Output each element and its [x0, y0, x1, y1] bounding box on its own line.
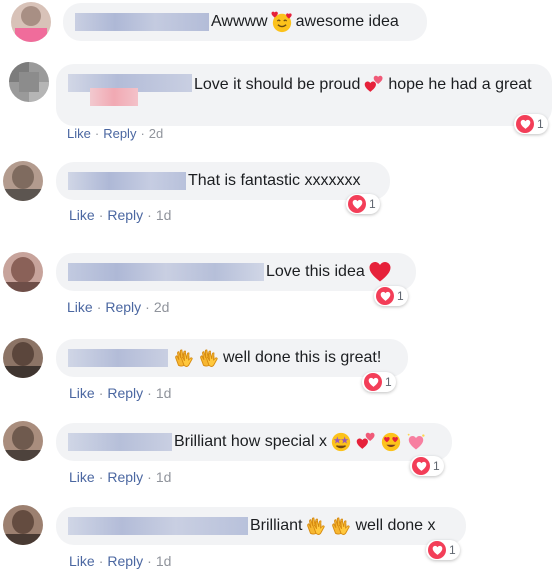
reply-link[interactable]: Reply	[107, 469, 143, 485]
comment-actions: Like · Reply · 1d	[69, 207, 172, 223]
like-link[interactable]: Like	[69, 553, 95, 569]
reply-link[interactable]: Reply	[107, 553, 143, 569]
reply-link[interactable]: Reply	[107, 385, 143, 401]
avatar[interactable]	[3, 252, 43, 292]
avatar[interactable]	[3, 421, 43, 461]
reaction-count: 1	[397, 289, 404, 303]
reaction-count: 1	[369, 197, 376, 211]
timestamp[interactable]: 1d	[156, 469, 172, 485]
like-link[interactable]: Like	[67, 299, 93, 315]
comment-text: Love it should be proud	[194, 76, 361, 93]
comment-text: well done x	[355, 517, 436, 534]
like-link[interactable]: Like	[67, 126, 91, 141]
reaction-count-badge[interactable]: 1	[346, 194, 380, 214]
smiling-face-with-hearts-icon	[271, 11, 293, 33]
timestamp[interactable]: 2d	[154, 299, 170, 315]
avatar[interactable]	[3, 505, 43, 545]
comment-actions: Like · Reply · 1d	[69, 553, 172, 569]
comment-text: Awwww	[211, 13, 268, 30]
reaction-count: 1	[537, 117, 544, 131]
reaction-count: 1	[449, 543, 456, 557]
comment-text: Love this idea	[266, 263, 365, 280]
comment-text: Brilliant how special x	[174, 433, 327, 450]
comment-text: awesome idea	[295, 13, 399, 30]
clapping-hands-icon	[330, 515, 352, 537]
blurred-author-name[interactable]	[68, 433, 172, 451]
comment-text: well done this is great!	[223, 349, 382, 366]
reaction-count-badge[interactable]: 1	[410, 456, 444, 476]
avatar[interactable]	[3, 161, 43, 201]
blurred-author-name[interactable]	[68, 517, 248, 535]
love-reaction-icon	[428, 541, 446, 559]
comment-bubble: Brilliant how special x	[56, 423, 452, 461]
blurred-author-name[interactable]	[75, 13, 209, 31]
comment-actions: Like · Reply · 1d	[69, 385, 172, 401]
love-reaction-icon	[348, 195, 366, 213]
reaction-count: 1	[385, 375, 392, 389]
timestamp[interactable]: 1d	[156, 207, 172, 223]
reply-link[interactable]: Reply	[107, 207, 143, 223]
star-struck-icon	[330, 431, 352, 453]
like-link[interactable]: Like	[69, 385, 95, 401]
comment-actions: Like · Reply · 1d	[69, 469, 172, 485]
comment-bubble: well done this is great!	[56, 339, 408, 377]
reaction-count-badge[interactable]: 1	[362, 372, 396, 392]
reply-link[interactable]: Reply	[103, 126, 136, 141]
comment-text: That is fantastic xxxxxxx	[188, 172, 361, 189]
comment-text: hope he had a great	[388, 76, 532, 93]
two-hearts-icon	[355, 431, 377, 453]
heart-eyes-icon	[380, 431, 402, 453]
avatar[interactable]	[11, 2, 51, 42]
avatar[interactable]	[9, 62, 49, 102]
love-reaction-icon	[412, 457, 430, 475]
like-link[interactable]: Like	[69, 207, 95, 223]
love-reaction-icon	[516, 115, 534, 133]
avatar[interactable]	[3, 338, 43, 378]
comment-text: Brilliant	[250, 517, 303, 534]
comment-actions: Like · Reply · 2d	[67, 126, 164, 141]
red-heart-icon	[368, 260, 392, 284]
two-hearts-icon	[363, 74, 385, 96]
comment-bubble: Love this idea	[56, 253, 416, 291]
reaction-count-badge[interactable]: 1	[374, 286, 408, 306]
comment-bubble: Brilliant well done x	[56, 507, 466, 545]
clapping-hands-icon	[198, 347, 220, 369]
reaction-count-badge[interactable]: 1	[426, 540, 460, 560]
reaction-count-badge[interactable]: 1	[514, 114, 548, 134]
reply-link[interactable]: Reply	[105, 299, 141, 315]
blurred-author-name[interactable]	[68, 349, 168, 367]
like-link[interactable]: Like	[69, 469, 95, 485]
love-reaction-icon	[364, 373, 382, 391]
timestamp[interactable]: 1d	[156, 553, 172, 569]
timestamp[interactable]: 1d	[156, 385, 172, 401]
clapping-hands-icon	[173, 347, 195, 369]
timestamp[interactable]: 2d	[149, 126, 163, 141]
comment-actions: Like · Reply · 2d	[67, 299, 170, 315]
blurred-author-name[interactable]	[68, 172, 186, 190]
comment-bubble: That is fantastic xxxxxxx	[56, 162, 390, 200]
blurred-author-name[interactable]	[68, 263, 264, 281]
love-reaction-icon	[376, 287, 394, 305]
blurred-name-second-line	[90, 88, 138, 106]
comment-bubble: Awwww awesome idea	[63, 3, 427, 41]
reaction-count: 1	[433, 459, 440, 473]
clapping-hands-icon	[305, 515, 327, 537]
sparkling-heart-icon	[405, 431, 427, 453]
